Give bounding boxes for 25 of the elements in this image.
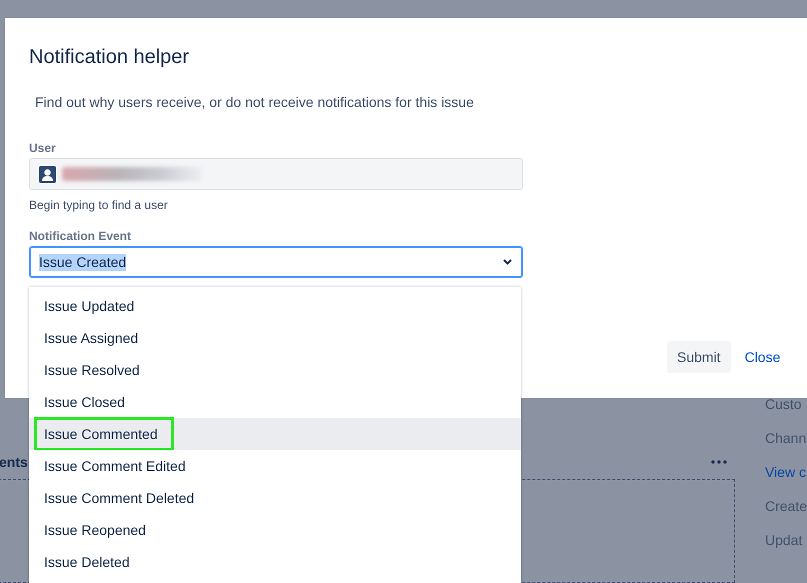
field-label: Create bbox=[764, 497, 807, 516]
dropdown-option[interactable]: Issue Updated bbox=[29, 290, 521, 322]
dropdown-option[interactable]: Issue Closed bbox=[29, 386, 521, 418]
field-label: Chann bbox=[764, 429, 807, 448]
close-link[interactable]: Close bbox=[734, 346, 790, 368]
event-select[interactable]: Issue Created bbox=[29, 246, 523, 278]
dropdown-option[interactable]: Issue Assigned bbox=[29, 322, 521, 354]
field-label: Notification Event bbox=[29, 229, 132, 243]
dropdown-option[interactable]: Issue Commented bbox=[29, 418, 521, 450]
user-field[interactable] bbox=[29, 158, 523, 190]
chevron-down-icon bbox=[503, 259, 512, 265]
field-label: User bbox=[29, 141, 57, 155]
dropdown-option[interactable]: Issue Comment Deleted bbox=[29, 482, 521, 514]
field-label: Custo bbox=[764, 395, 803, 414]
dropdown-option[interactable]: Issue Deleted bbox=[29, 546, 521, 578]
user-avatar-icon bbox=[39, 166, 56, 182]
dropdown-option[interactable]: Issue Comment Edited bbox=[29, 450, 521, 482]
dropdown-option[interactable]: Issue Reopened bbox=[29, 514, 521, 546]
more-icon[interactable] bbox=[710, 460, 727, 464]
dialog-description: Find out why users receive, or do not receive notifications for this issue bbox=[35, 93, 475, 111]
help-text: Begin typing to find a user bbox=[29, 197, 169, 213]
submit-button[interactable]: Submit bbox=[667, 341, 731, 373]
dialog-title: Notification helper bbox=[29, 45, 190, 69]
field-label: Updat bbox=[764, 531, 804, 550]
dropdown-option[interactable]: Issue Resolved bbox=[29, 354, 521, 386]
